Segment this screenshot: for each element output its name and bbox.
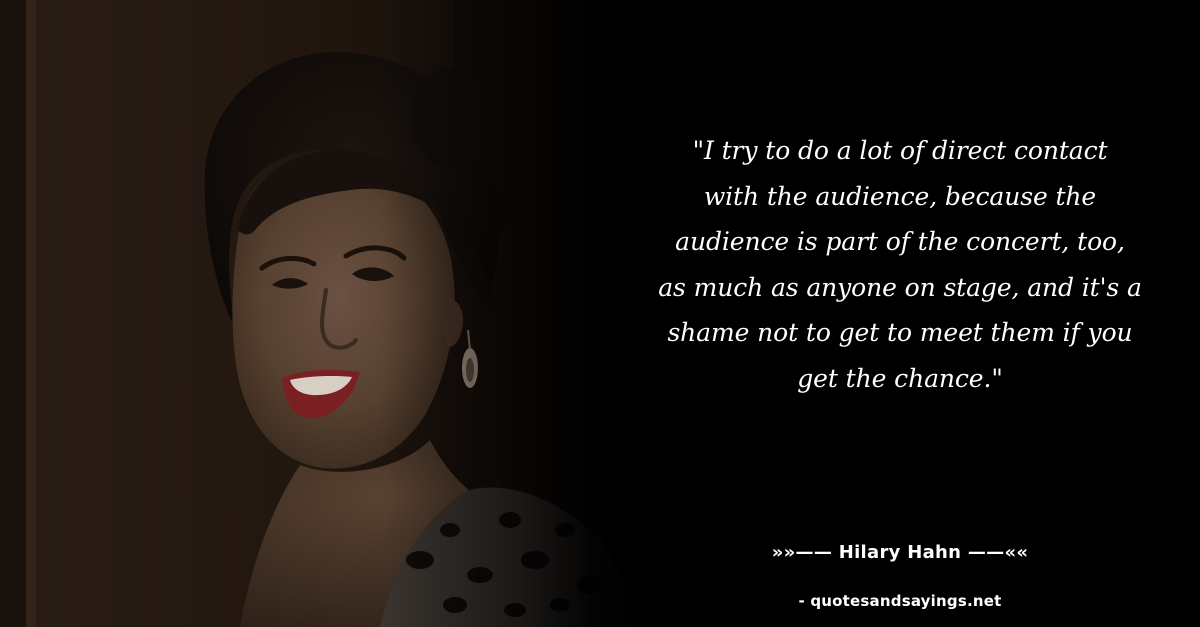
source-watermark: - quotesandsayings.net: [798, 592, 1002, 610]
quote-text: "I try to do a lot of direct contact wit…: [658, 136, 1142, 393]
quote-author: »»—— Hilary Hahn ——««: [771, 542, 1029, 563]
quote-card: "I try to do a lot of direct contact wit…: [0, 0, 1200, 627]
